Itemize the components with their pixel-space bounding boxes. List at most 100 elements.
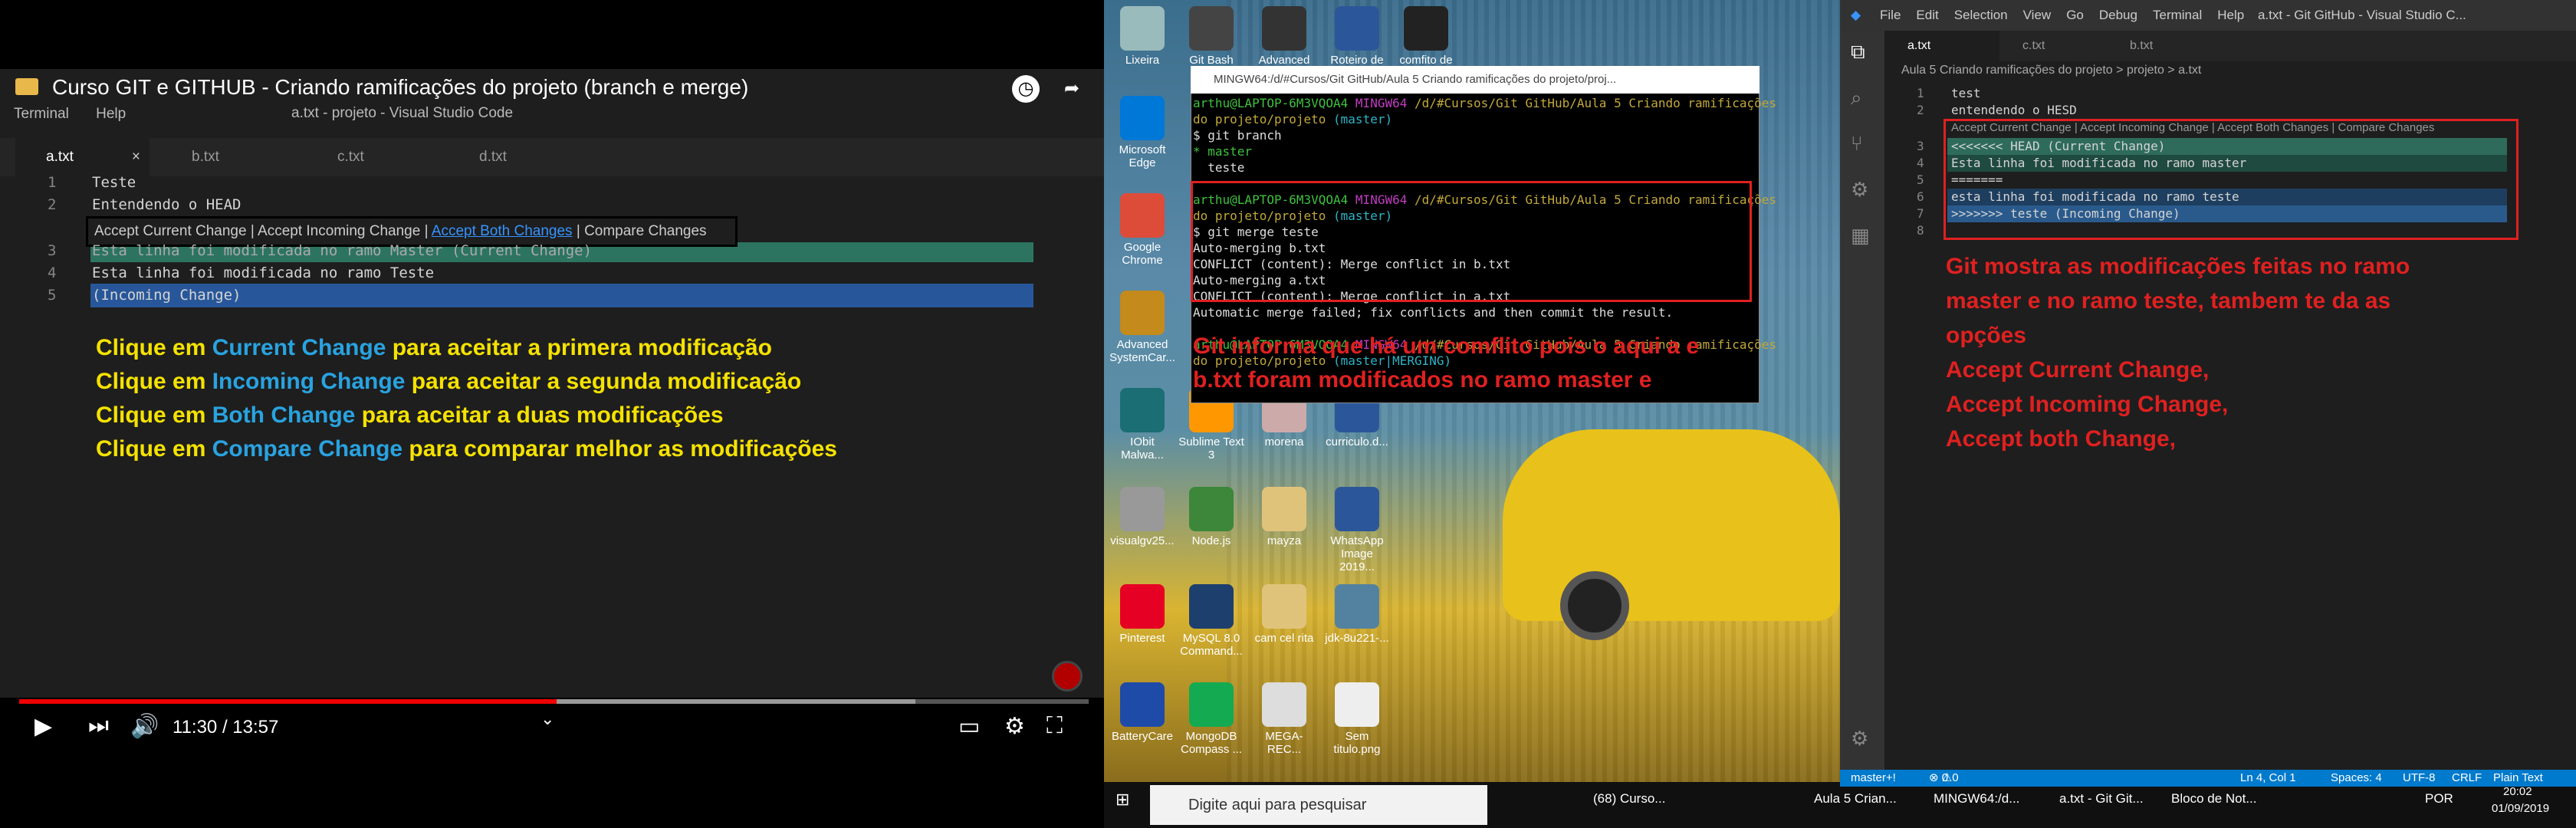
taskbar-item[interactable]: Aula 5 Crian...	[1814, 791, 1897, 807]
desktop-icon[interactable]: Sem titulo.png	[1322, 682, 1392, 756]
line-number: 3	[48, 242, 57, 259]
branch-indicator[interactable]: master+!	[1851, 770, 1896, 787]
desktop-icon[interactable]: Git Bash	[1177, 6, 1246, 67]
menu-item[interactable]: Selection	[1954, 8, 2008, 22]
note-line: master e no ramo teste, tambem te da as	[1946, 288, 2391, 314]
error-count[interactable]: ⊗ 0 ⚠ 0	[1929, 770, 1959, 787]
tab-c-txt[interactable]: c.txt	[1999, 31, 2107, 61]
desktop-icon[interactable]: Node.js	[1177, 487, 1246, 547]
volume-icon[interactable]: 🔊	[130, 713, 159, 740]
desktop-icon[interactable]: visualgv25...	[1108, 487, 1177, 547]
tab-a-txt[interactable]: a.txt	[1884, 31, 1999, 61]
app-icon	[1120, 388, 1165, 432]
desktop-icon[interactable]: MEGA-REC...	[1250, 682, 1319, 756]
desktop-icon-label: IObit Malwa...	[1121, 435, 1164, 462]
start-icon[interactable]: ⊞	[1116, 790, 1129, 810]
debug-icon[interactable]: ⚙	[1851, 178, 1868, 202]
taskbar-item[interactable]: (68) Curso...	[1593, 791, 1665, 807]
menu-item[interactable]: Edit	[1916, 8, 1938, 22]
cursor-position[interactable]: Ln 4, Col 1	[2240, 770, 2296, 787]
source-control-icon[interactable]: ⑂	[1851, 132, 1863, 156]
clock-date[interactable]: 01/09/2019	[2492, 802, 2549, 815]
desktop-icon[interactable]: Advanced	[1250, 6, 1319, 67]
menu-item[interactable]: File	[1880, 8, 1901, 22]
search-icon[interactable]: ⌕	[1851, 86, 1862, 110]
taskbar-search[interactable]: Digite aqui para pesquisar	[1150, 785, 1487, 825]
menu-item[interactable]: View	[2023, 8, 2052, 22]
desktop-icon-label: morena	[1264, 435, 1304, 449]
subtitles-icon[interactable]: ▭	[958, 713, 980, 740]
desktop-icon[interactable]: WhatsApp Image 2019...	[1322, 487, 1392, 573]
breadcrumb[interactable]: Aula 5 Criando ramificações do projeto >…	[1901, 64, 2201, 77]
desktop-icon[interactable]: cam cel rita	[1250, 584, 1319, 645]
app-icon	[1262, 487, 1306, 531]
fullscreen-icon[interactable]: ⛶	[1046, 713, 1063, 739]
explorer-icon[interactable]: ⧉	[1851, 40, 1865, 64]
desktop-icon[interactable]: Pinterest	[1108, 584, 1177, 645]
desktop-icon[interactable]: BatteryCare	[1108, 682, 1177, 743]
desktop-icon-label: Lixeira	[1125, 54, 1160, 67]
desktop-icon[interactable]: MySQL 8.0 Command...	[1177, 584, 1246, 658]
menu-item[interactable]: Debug	[2099, 8, 2137, 22]
line-number: 4	[1917, 156, 1924, 170]
code-line[interactable]: test	[1951, 86, 1981, 100]
desktop-icon[interactable]: Roteiro de	[1322, 6, 1392, 67]
desktop-icon-label: mayza	[1267, 534, 1302, 547]
encoding[interactable]: UTF-8	[2403, 770, 2436, 787]
app-icon	[1189, 6, 1234, 51]
note-text: Clique em	[96, 369, 212, 394]
tab-b-txt[interactable]: b.txt	[2107, 31, 2214, 61]
app-icon	[1335, 682, 1379, 727]
code-line[interactable]: entendendo o HESD	[1951, 103, 2077, 117]
gear-icon[interactable]: ⚙	[1851, 727, 1868, 751]
terminal-line: * master	[1193, 143, 1756, 159]
language-mode[interactable]: Plain Text	[2493, 770, 2543, 787]
extensions-icon[interactable]: ▦	[1851, 224, 1870, 248]
desktop-icon[interactable]: Advanced SystemCar...	[1108, 291, 1177, 364]
share-icon[interactable]: ➦	[1058, 75, 1086, 103]
desktop-icon[interactable]: Google Chrome	[1108, 193, 1177, 267]
line-ending[interactable]: CRLF	[2452, 770, 2482, 787]
app-icon	[1335, 487, 1379, 531]
menu-item[interactable]: Terminal	[2153, 8, 2202, 22]
desktop-icon[interactable]: MongoDB Compass ...	[1177, 682, 1246, 756]
desktop-icon[interactable]: Lixeira	[1108, 6, 1177, 67]
settings-icon[interactable]: ⚙	[1004, 713, 1025, 740]
app-icon	[1120, 584, 1165, 629]
tab-b-txt: b.txt	[161, 138, 299, 176]
code-line: (Incoming Change)	[92, 287, 242, 304]
taskbar-item[interactable]: Bloco de Not...	[2171, 791, 2257, 807]
indent-setting[interactable]: Spaces: 4	[2331, 770, 2382, 787]
desktop-icon-label: Sublime Text 3	[1178, 435, 1244, 462]
line-number: 8	[1917, 223, 1924, 238]
video-player[interactable]: Curso GIT e GITHUB - Criando ramificaçõe…	[0, 0, 1104, 828]
language-indicator[interactable]: POR	[2425, 791, 2453, 807]
accept-current-link: Accept Current Change	[94, 223, 247, 239]
line-number: 2	[48, 196, 57, 213]
clock-time[interactable]: 20:02	[2503, 785, 2532, 798]
terminal-titlebar[interactable]: MINGW64:/d/#Cursos/Git GitHub/Aula 5 Cri…	[1191, 66, 1760, 94]
desktop-icon[interactable]: jdk-8u221-...	[1322, 584, 1392, 645]
desktop-icon[interactable]: Microsoft Edge	[1108, 96, 1177, 169]
next-icon[interactable]: ⏭	[88, 713, 109, 739]
desktop-icon-label: Advanced SystemCar...	[1109, 338, 1175, 364]
menu-item[interactable]: Go	[2066, 8, 2084, 22]
note-keyword: Incoming Change	[212, 369, 406, 394]
video-title[interactable]: Curso GIT e GITHUB - Criando ramificaçõe…	[52, 75, 748, 100]
desktop-icon[interactable]: comfito de	[1392, 6, 1460, 67]
terminal-line: do projeto/projeto (master)	[1193, 111, 1756, 127]
play-icon[interactable]: ▶	[34, 713, 52, 740]
tab-d-txt: d.txt	[449, 138, 594, 176]
note-line: Clique em Both Change para aceitar a dua…	[96, 399, 837, 432]
watch-later-icon[interactable]: ◷	[1012, 75, 1040, 103]
note-line: opções	[1946, 323, 2027, 348]
menu-item[interactable]: Help	[2217, 8, 2244, 22]
desktop-icon-label: WhatsApp Image 2019...	[1330, 534, 1384, 573]
desktop-icon-label: Microsoft Edge	[1119, 143, 1166, 169]
taskbar-item[interactable]: a.txt - Git Git...	[2059, 791, 2144, 807]
desktop-icon[interactable]: IObit Malwa...	[1108, 388, 1177, 462]
chevron-down-icon[interactable]: ⌄	[540, 709, 554, 729]
desktop-icon[interactable]: mayza	[1250, 487, 1319, 547]
taskbar-item[interactable]: MINGW64:/d...	[1934, 791, 2019, 807]
vscode-annotation: Git mostra as modificações feitas no ram…	[1946, 249, 2528, 456]
